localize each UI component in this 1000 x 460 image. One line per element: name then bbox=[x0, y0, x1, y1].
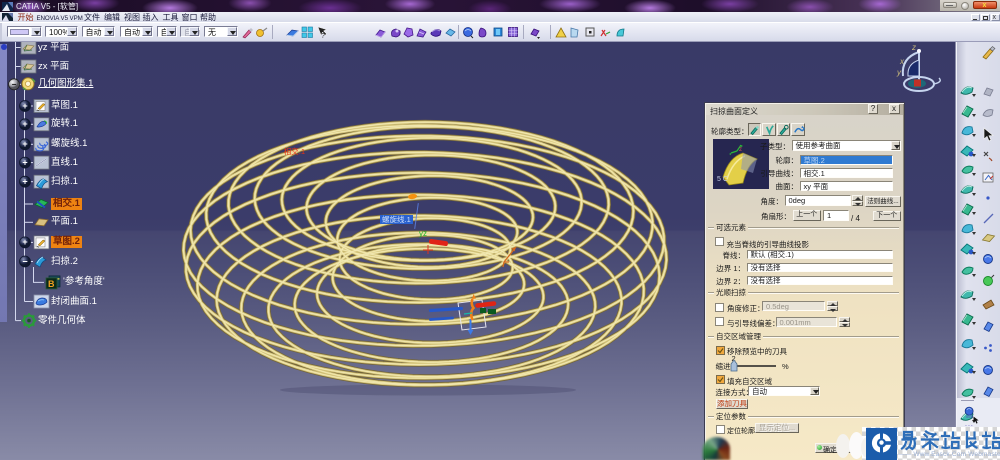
svg-text:+: + bbox=[22, 139, 27, 149]
svg-text:+: + bbox=[22, 119, 27, 129]
svg-text:5 C: 5 C bbox=[717, 176, 728, 183]
svg-text:+: + bbox=[22, 157, 27, 167]
svg-text:?: ? bbox=[321, 33, 325, 39]
svg-text:z: z bbox=[739, 147, 742, 153]
svg-text:−: − bbox=[12, 80, 17, 89]
svg-text:z: z bbox=[911, 43, 916, 52]
svg-text:B: B bbox=[48, 279, 55, 289]
svg-text:+: + bbox=[22, 177, 27, 187]
svg-text:−: − bbox=[22, 256, 27, 266]
svg-text:+: + bbox=[22, 101, 27, 111]
svg-text:+: + bbox=[22, 237, 27, 247]
svg-text:y: y bbox=[896, 68, 902, 77]
